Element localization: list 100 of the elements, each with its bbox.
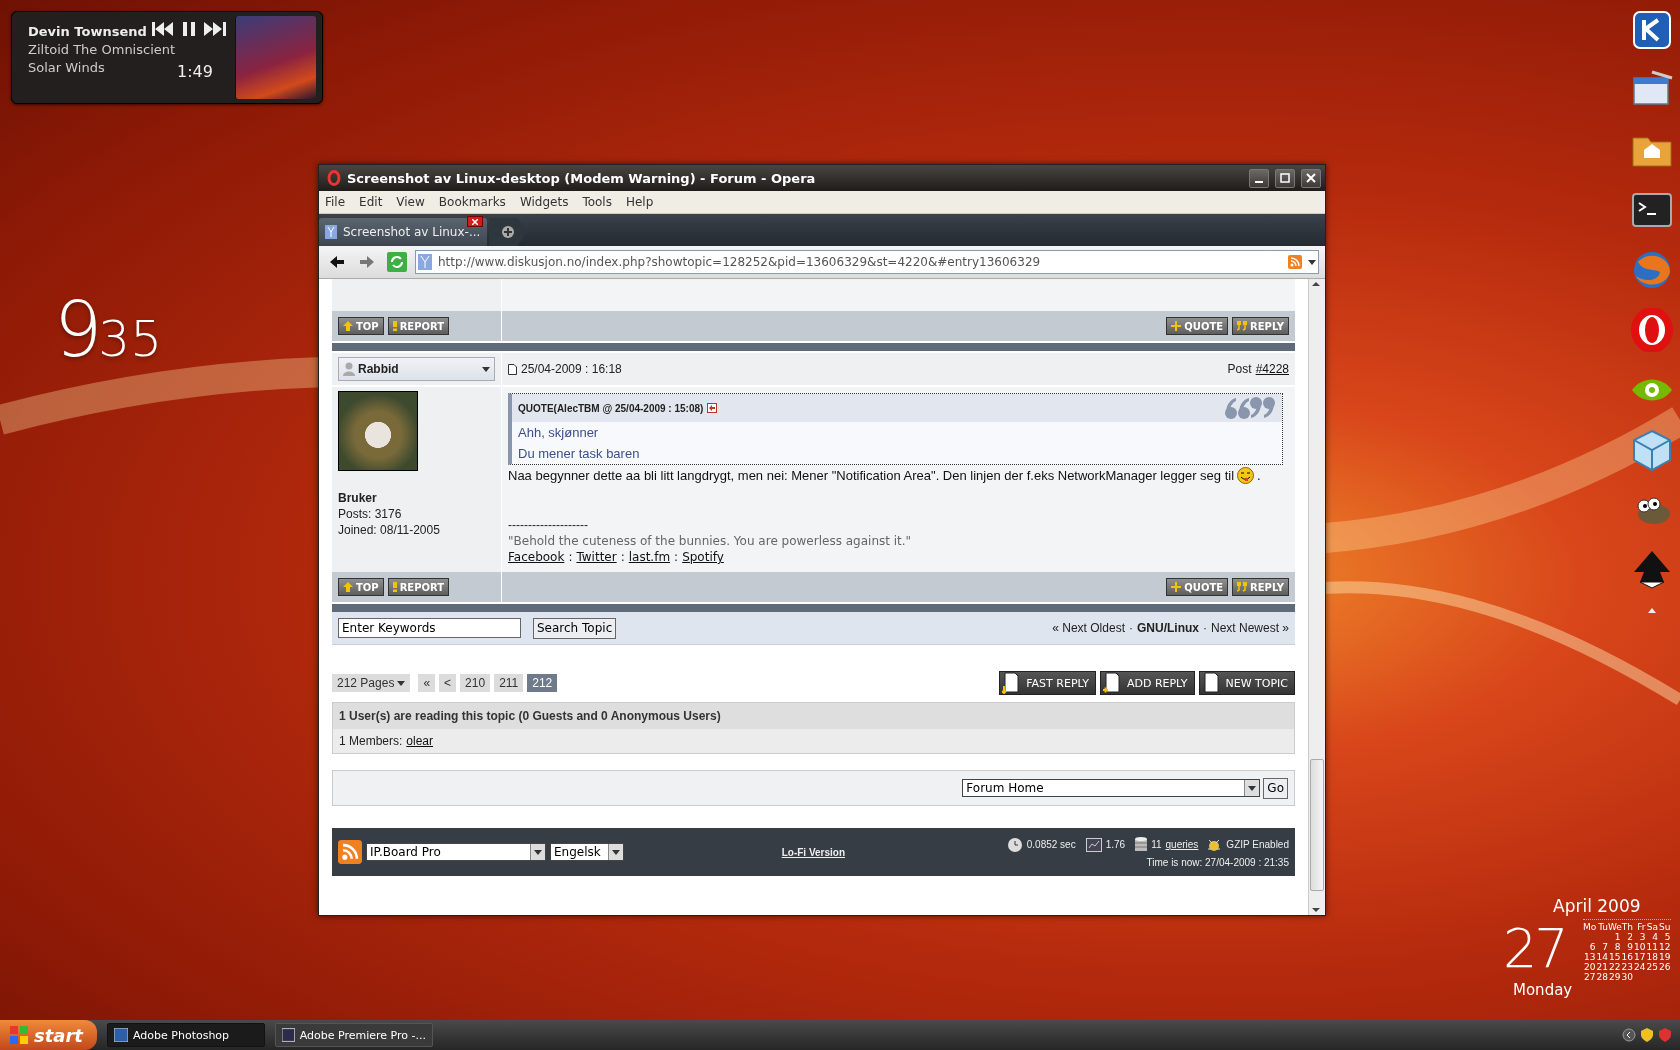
page-link[interactable]: « [418,674,436,692]
cube-icon[interactable] [1630,428,1674,472]
post-number-link[interactable]: #4228 [1255,362,1289,376]
link-arrow-icon [707,403,718,413]
signature-link[interactable]: Facebook [508,550,565,564]
calendar-date: 10 [1633,942,1646,952]
close-button[interactable] [1301,168,1321,188]
back-arrow-icon [329,255,345,269]
caret-icon [534,849,542,855]
forum-jump-dropdown[interactable]: Forum Home [962,779,1261,797]
page-link[interactable]: < [439,674,457,692]
signature-link[interactable]: Spotify [682,550,724,564]
previous-topic-link[interactable]: « Next Oldest [1052,621,1125,635]
reload-button[interactable] [385,251,409,273]
calendar-date: 25 [1645,962,1658,972]
scrollbar[interactable] [1308,279,1325,915]
calendar-date: 2 [1626,932,1633,942]
start-button[interactable]: start [0,1020,97,1050]
address-field[interactable]: http://www.diskusjon.no/index.php?showtopic=128252&pid=13606329&st=4220&#entry13606329 [415,250,1319,274]
menu-item[interactable]: Tools [582,195,612,209]
minimize-button[interactable] [1249,168,1269,188]
page-link[interactable]: 212 [527,674,558,692]
previous-track-icon[interactable] [152,22,174,36]
go-button[interactable]: Go [1263,777,1288,799]
member-group: Bruker [338,491,495,505]
calendar-date: 21 [1595,962,1608,972]
close-icon [1306,173,1316,183]
nav-separator: · [1128,621,1133,635]
menu-item[interactable]: Widgets [519,195,569,209]
post-action-button[interactable]: REPORT [387,317,450,335]
calendar-date: 18 [1645,952,1658,962]
weekday-label: Mo [1583,922,1596,932]
keyword-search-field[interactable]: Enter Keywords [338,618,521,638]
artist-name: Devin Townsend [28,24,147,39]
calendar-date: 14 [1595,952,1608,962]
browser-tab[interactable]: Screenshot av Linux-... [319,218,487,246]
calendar-date: 8 [1613,942,1621,952]
page-link[interactable]: 211 [494,674,524,692]
calendar-day: 27 [1503,922,1566,976]
document-icon [1002,672,1021,694]
gzip-status: GZIP Enabled [1226,839,1289,850]
page-icon [418,254,432,270]
post-action-button[interactable]: QUOTE [1166,578,1229,596]
queries-link[interactable]: queries [1165,839,1199,850]
scrollbar-thumb[interactable] [1310,759,1324,891]
taskbar-item[interactable]: Adobe Premiere Pro -... [275,1023,433,1047]
signature-link[interactable]: last.fm [628,550,671,564]
link-separator: : [620,550,625,564]
page-link[interactable]: 210 [460,674,491,692]
topic-action-button[interactable]: NEW TOPIC [1198,671,1295,695]
signature-link[interactable]: Twitter [576,550,617,564]
forum-link[interactable]: GNU/Linux [1136,621,1199,635]
tab-close-button[interactable] [467,216,483,227]
active-users-title: 1 User(s) are reading this topic (0 Guests and 0 Anonymous Users) [333,703,1294,729]
up-arrow-icon[interactable] [1648,608,1656,613]
o-logo-icon[interactable] [1630,308,1674,352]
search-topic-button[interactable]: Search Topic [533,617,617,639]
menu-item[interactable]: Edit [359,195,383,209]
monitor-icon [1085,837,1102,852]
next-track-icon[interactable] [204,22,226,36]
menu-item[interactable]: File [325,195,346,209]
skin-dropdown[interactable]: IP.Board Pro [366,843,546,861]
calendar-date: 5 [1663,932,1671,942]
menu-item[interactable]: Bookmarks [438,195,506,209]
maximize-button[interactable] [1275,168,1295,188]
weekday-label: Fr [1636,922,1646,932]
calendar-date: 20 [1583,962,1596,972]
topic-action-button[interactable]: FAST REPLY [999,671,1096,695]
calendar-date: 17 [1633,952,1646,962]
plus-icon [1171,321,1182,331]
caret-icon [1248,785,1257,791]
language-dropdown[interactable]: Engelsk [550,843,624,861]
shield-icon [1658,1028,1672,1042]
calendar-month: April 2009 [1553,896,1641,916]
menu-item[interactable]: Help [625,195,654,209]
post-action-button[interactable]: REPLY [1232,578,1289,596]
pause-icon[interactable] [182,22,196,36]
pages-dropdown[interactable]: 212 Pages [332,674,411,692]
post-action-button[interactable]: QUOTE [1166,317,1229,335]
calendar-date: 15 [1608,952,1621,962]
new-tab-button[interactable] [489,218,527,246]
lofi-version-link[interactable]: Lo-Fi Version [781,846,846,858]
post-action-button[interactable]: REPLY [1232,317,1289,335]
calendar-date: 22 [1608,962,1621,972]
up-arrow-icon [343,321,353,331]
shield-icon [1640,1028,1654,1042]
menu-item[interactable]: View [396,195,425,209]
playback-time: 1:49 [177,62,213,81]
topic-action-button[interactable]: ADD REPLY [1099,671,1195,695]
post-action-button[interactable]: TOP [338,317,384,335]
post-action-button[interactable]: REPORT [387,578,450,596]
member-link[interactable]: olear [406,734,434,748]
forward-arrow-icon [359,255,375,269]
author-dropdown[interactable]: Rabbid [338,357,495,381]
post-action-button[interactable]: TOP [338,578,384,596]
calendar-date: 27 [1583,972,1596,982]
taskbar-item[interactable]: Adobe Photoshop [107,1023,265,1047]
post-body-text: Naa begynner dette aa bli litt langdrygt, men nei: Mener "Notification Area". Den linjen der f.eks NetworkManager legger seg til [508,468,1235,483]
next-topic-link[interactable]: Next Newest » [1210,621,1289,635]
k-logo-icon[interactable] [1630,8,1674,52]
